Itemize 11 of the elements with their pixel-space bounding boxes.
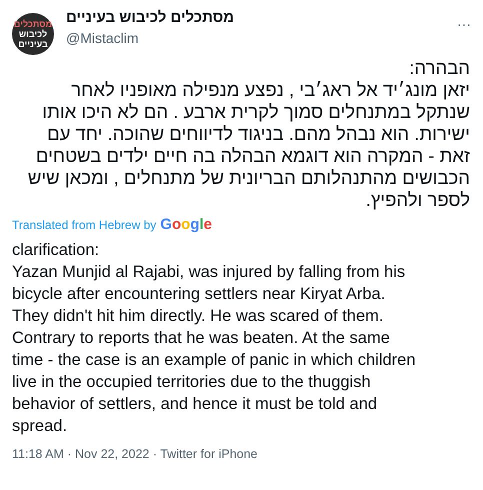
- logo-text: מסתכלים: [14, 19, 52, 29]
- original-tweet-text: הבהרה: יזאן מונג׳יד אל ראג׳בי , נפצע מנפילה מאופניו לאחר שנתקל במתנחלים סמוך לקרית ארבע . הם לא היכו אותו ישירות. הוא נבהל מהם. בניגוד לדיווחים שהוכה. יחד עם זאת - המקרה הוא דוגמא הבהלה בה חיים ילדים בשטחים הכבושים מהתנהלותם הבריונית של מתנחלים , ומכאן שיש לספר ולהפיץ.: [26, 57, 470, 211]
- avatar-logo[interactable]: מסתכלים לכיבוש בעיניים: [12, 13, 54, 55]
- tweet-timestamp[interactable]: 11:18 AM · Nov 22, 2022 · Twitter for iPhone: [12, 444, 471, 464]
- more-button[interactable]: ···: [457, 14, 471, 35]
- logo-text: לכיבוש: [18, 29, 48, 39]
- author-handle[interactable]: @Mistaclim: [66, 28, 234, 48]
- logo-text: בעיניים: [18, 39, 48, 49]
- google-logo: Google: [160, 215, 212, 235]
- translated-tweet-text: clarification: Yazan Munjid al Rajabi, was injured by falling from his bicycle after encountering settlers near Kiryat Arba. They didn't hit him directly. He was scared of them. Contrary to reports that he was beaten. At the same time - the case is an example of panic in which children live in the occupied territories due to the thuggish behavior of settlers, and hence it must be told and spread.: [12, 240, 417, 436]
- author-name[interactable]: מסתכלים לכיבוש בעיניים: [66, 8, 234, 28]
